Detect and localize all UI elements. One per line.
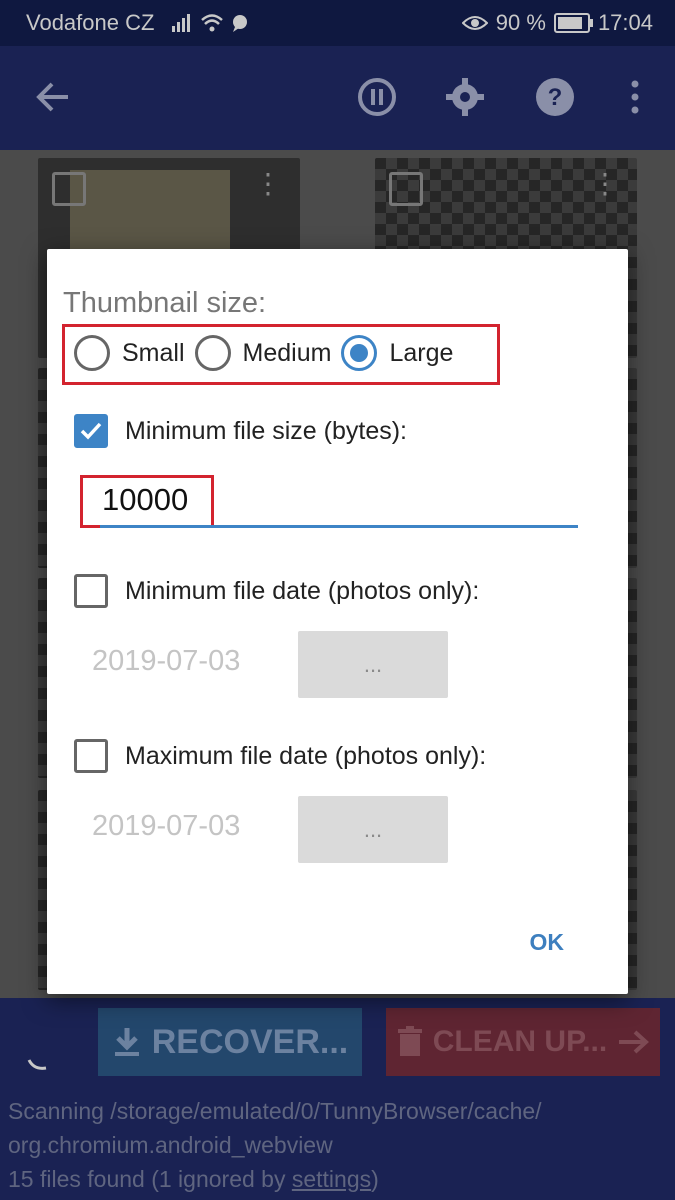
files-found-suffix: ) <box>371 1166 379 1192</box>
min-date-picker-button[interactable]: ... <box>298 631 448 698</box>
help-icon[interactable]: ? <box>530 72 580 122</box>
arrow-forward-icon <box>619 1030 650 1054</box>
cleanup-button[interactable]: CLEAN UP... <box>386 1008 660 1076</box>
scan-path-line1: Scanning /storage/emulated/0/TunnyBrowse… <box>8 1098 542 1124</box>
radio-small[interactable]: Small <box>74 335 185 371</box>
tile-checkbox[interactable] <box>389 172 423 206</box>
recover-label: RECOVER... <box>151 1022 349 1061</box>
checkmark-icon <box>80 422 102 440</box>
signal-icons <box>172 12 252 40</box>
max-date-value: 2019-07-03 <box>92 810 241 842</box>
thumbnail-size-title: Thumbnail size: <box>63 287 267 319</box>
signal-icon <box>172 14 247 32</box>
clock: 17:04 <box>597 10 653 35</box>
eye-icon <box>461 16 488 30</box>
bottom-bar: RECOVER... CLEAN UP... Scanning /storage… <box>0 998 675 1200</box>
thumbnail-size-radio-group: Small Medium Large <box>74 335 463 371</box>
min-date-checkbox[interactable] <box>74 574 108 608</box>
min-size-checkbox[interactable] <box>74 414 108 448</box>
gear-icon[interactable] <box>440 72 490 122</box>
scan-status: Scanning /storage/emulated/0/TunnyBrowse… <box>8 1094 668 1196</box>
radio-small-label: Small <box>122 338 185 367</box>
download-icon <box>114 1028 139 1056</box>
max-date-picker-button[interactable]: ... <box>298 796 448 863</box>
min-size-label: Minimum file size (bytes): <box>125 416 407 445</box>
pause-icon[interactable] <box>352 72 402 122</box>
svg-text:?: ? <box>548 84 563 111</box>
radio-large[interactable]: Large <box>341 335 453 371</box>
radio-medium[interactable]: Medium <box>194 335 332 371</box>
files-found: 15 files found (1 ignored by settings) <box>8 1162 668 1196</box>
tile-checkbox[interactable] <box>52 172 86 206</box>
scan-path-line2: org.chromium.android_webview <box>8 1132 333 1158</box>
max-date-label: Maximum file date (photos only): <box>125 741 487 770</box>
min-size-checkbox-row[interactable]: Minimum file size (bytes): <box>74 414 407 448</box>
max-date-checkbox-row[interactable]: Maximum file date (photos only): <box>74 739 486 773</box>
min-date-value: 2019-07-03 <box>92 645 241 677</box>
radio-circle-selected <box>341 335 378 371</box>
status-bar: Vodafone CZ 90 % 17:04 <box>0 0 675 46</box>
min-size-input[interactable] <box>100 475 578 528</box>
cleanup-label: CLEAN UP... <box>432 1025 608 1058</box>
status-right: 90 % 17:04 <box>461 10 653 36</box>
radio-circle <box>194 335 231 371</box>
more-vert-icon[interactable]: ⋮ <box>254 170 282 198</box>
min-date-checkbox-row[interactable]: Minimum file date (photos only): <box>74 574 479 608</box>
min-date-label: Minimum file date (photos only): <box>125 576 480 605</box>
app-bar: ? <box>0 46 675 150</box>
recover-button[interactable]: RECOVER... <box>98 1008 362 1076</box>
more-vert-icon[interactable]: ⋮ <box>591 170 619 198</box>
more-vert-icon[interactable] <box>610 72 660 122</box>
radio-medium-label: Medium <box>242 338 332 367</box>
max-date-checkbox[interactable] <box>74 739 108 773</box>
radio-large-label: Large <box>389 338 454 367</box>
carrier-name: Vodafone CZ <box>26 10 155 35</box>
settings-dialog: Thumbnail size: Small Medium Large Minim… <box>47 249 628 994</box>
ok-button[interactable]: OK <box>530 929 565 956</box>
spinner-icon <box>27 1059 47 1070</box>
files-found-text: 15 files found (1 ignored by <box>8 1166 292 1192</box>
settings-link[interactable]: settings <box>292 1166 371 1192</box>
battery-icon <box>553 13 593 33</box>
battery-percent: 90 % <box>495 10 546 35</box>
arrow-back-icon[interactable] <box>28 72 78 122</box>
trash-icon <box>397 1026 422 1056</box>
radio-circle <box>74 335 110 371</box>
